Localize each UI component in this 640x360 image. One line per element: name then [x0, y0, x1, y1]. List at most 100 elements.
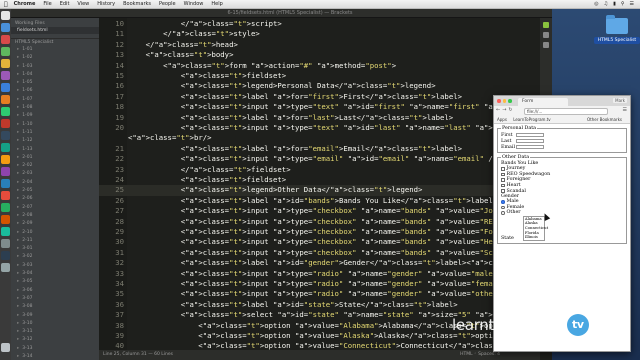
folder-item[interactable]: ▸ 2-01	[11, 154, 99, 162]
expand-triangle-icon[interactable]: ▸	[17, 221, 19, 226]
expand-triangle-icon[interactable]: ▸	[17, 72, 19, 77]
app-icon[interactable]	[1, 143, 10, 152]
menu-chrome[interactable]: Chrome	[14, 1, 36, 7]
checkbox[interactable]	[501, 172, 505, 177]
code-line[interactable]: 16 <"a">class="t">legend>Personal Data</…	[99, 81, 540, 91]
close-icon[interactable]	[497, 99, 501, 103]
app-icon[interactable]	[1, 263, 10, 272]
code-line[interactable]: <"a">class="t">br/>	[99, 133, 540, 143]
app-icon[interactable]	[1, 215, 10, 224]
folder-item[interactable]: ▸ 3-10	[11, 320, 99, 328]
expand-triangle-icon[interactable]: ▸	[17, 230, 19, 235]
code-line[interactable]: 25 <"a">class="t">legend>Other Data</"a"…	[99, 185, 540, 196]
app-icon[interactable]	[1, 167, 10, 176]
app-icon[interactable]	[1, 227, 10, 236]
menu-bookmarks[interactable]: Bookmarks	[123, 1, 151, 7]
code-line[interactable]: 13 <"a">class="t">body>	[99, 50, 540, 60]
expand-triangle-icon[interactable]: ▸	[17, 130, 19, 135]
expand-triangle-icon[interactable]: ▸	[17, 180, 19, 185]
folder-item[interactable]: ▸ 1-11	[11, 129, 99, 137]
expand-triangle-icon[interactable]: ▸	[17, 346, 19, 351]
app-icon[interactable]	[1, 71, 10, 80]
code-line[interactable]: 20 <"a">class="t">input "a">type="text" …	[99, 123, 540, 133]
code-line[interactable]: 15 <"a">class="t">fieldset>	[99, 71, 540, 81]
expand-triangle-icon[interactable]: ▸	[17, 304, 19, 309]
expand-triangle-icon[interactable]: ▸	[17, 254, 19, 259]
code-line[interactable]: 30 <"a">class="t">input "a">type="checkb…	[99, 237, 540, 247]
folder-item[interactable]: ▸ 1-12	[11, 137, 99, 145]
folder-item[interactable]: ▸ 2-05	[11, 187, 99, 195]
expand-triangle-icon[interactable]: ▸	[17, 64, 19, 69]
code-line[interactable]: 26 <"a">class="t">label "a">id="bands">B…	[99, 196, 540, 206]
code-line[interactable]: 21 <"a">class="t">label "a">for="email">…	[99, 144, 540, 154]
code-line[interactable]: 35 <"a">class="t">input "a">type="radio"…	[99, 289, 540, 299]
folder-item[interactable]: ▸ 1-10	[11, 121, 99, 129]
working-file-item[interactable]: fieldsets.html	[11, 27, 99, 34]
app-icon[interactable]	[1, 83, 10, 92]
app-icon[interactable]	[1, 23, 10, 32]
expand-triangle-icon[interactable]: ▸	[17, 238, 19, 243]
finder-icon[interactable]	[1, 11, 10, 20]
project-title[interactable]: HTML5 Specialist	[11, 38, 99, 46]
app-icon[interactable]	[1, 35, 10, 44]
expand-triangle-icon[interactable]: ▸	[17, 138, 19, 143]
expand-triangle-icon[interactable]: ▸	[17, 188, 19, 193]
expand-triangle-icon[interactable]: ▸	[17, 213, 19, 218]
code-line[interactable]: 19 <"a">class="t">label "a">for="last">L…	[99, 113, 540, 123]
expand-triangle-icon[interactable]: ▸	[17, 155, 19, 160]
list-icon[interactable]: ☰	[630, 1, 634, 7]
expand-triangle-icon[interactable]: ▸	[17, 105, 19, 110]
folder-item[interactable]: ▸ 2-08	[11, 212, 99, 220]
expand-triangle-icon[interactable]: ▸	[17, 288, 19, 293]
expand-triangle-icon[interactable]: ▸	[17, 196, 19, 201]
battery-icon[interactable]: ▮	[613, 1, 616, 7]
expand-triangle-icon[interactable]: ▸	[17, 263, 19, 268]
volume-icon[interactable]: ♫	[604, 1, 608, 7]
radio-button-checked[interactable]	[501, 200, 505, 204]
folder-item[interactable]: ▸ 3-12	[11, 336, 99, 344]
code-line[interactable]: 36 <"a">class="t">label "a">id="state">S…	[99, 300, 540, 310]
folder-item[interactable]: ▸ 2-11	[11, 237, 99, 245]
menu-history[interactable]: History	[97, 1, 115, 7]
live-preview-icon[interactable]	[543, 22, 549, 28]
folder-item[interactable]: ▸ 2-04	[11, 179, 99, 187]
checkbox[interactable]	[501, 189, 505, 193]
folder-item[interactable]: ▸ 2-06	[11, 195, 99, 203]
code-line[interactable]: 17 <"a">class="t">label "a">for="first">…	[99, 92, 540, 102]
code-line[interactable]: 27 <"a">class="t">input "a">type="checkb…	[99, 206, 540, 216]
code-line[interactable]: 34 <"a">class="t">input "a">type="radio"…	[99, 279, 540, 289]
expand-triangle-icon[interactable]: ▸	[17, 279, 19, 284]
minimize-icon[interactable]	[502, 99, 506, 103]
code-line[interactable]: 18 <"a">class="t">input "a">type="text" …	[99, 102, 540, 112]
expand-triangle-icon[interactable]: ▸	[17, 122, 19, 127]
folder-item[interactable]: ▸ 3-05	[11, 278, 99, 286]
app-icon[interactable]	[1, 239, 10, 248]
folder-item[interactable]: ▸ 1-08	[11, 104, 99, 112]
folder-label[interactable]: HTML5 Specialist	[594, 37, 640, 44]
folder-item[interactable]: ▸ 3-04	[11, 270, 99, 278]
folder-item[interactable]: ▸ 1-13	[11, 146, 99, 154]
app-icon[interactable]	[1, 131, 10, 140]
expand-triangle-icon[interactable]: ▸	[17, 321, 19, 326]
expand-triangle-icon[interactable]: ▸	[17, 163, 19, 168]
folder-item[interactable]: ▸ 3-09	[11, 312, 99, 320]
folder-item[interactable]: ▸ 1-05	[11, 79, 99, 87]
folder-item[interactable]: ▸ 3-08	[11, 303, 99, 311]
folder-item[interactable]: ▸ 1-06	[11, 87, 99, 95]
code-line[interactable]: 33 <"a">class="t">input "a">type="radio"…	[99, 269, 540, 279]
expand-triangle-icon[interactable]: ▸	[17, 55, 19, 60]
expand-triangle-icon[interactable]: ▸	[17, 313, 19, 318]
code-line[interactable]: 32 <"a">class="t">label "a">id="gender">…	[99, 258, 540, 268]
search-icon[interactable]: ⚲	[621, 1, 625, 7]
folder-item[interactable]: ▸ 1-01	[11, 46, 99, 54]
profile-button[interactable]: Mark	[613, 98, 627, 103]
trash-icon[interactable]	[1, 343, 10, 352]
expand-triangle-icon[interactable]: ▸	[17, 246, 19, 251]
state-option[interactable]: Illinois	[524, 235, 544, 240]
menu-file[interactable]: File	[43, 1, 51, 7]
code-line[interactable]: 22 <"a">class="t">input "a">type="email"…	[99, 154, 540, 164]
code-line[interactable]: 29 <"a">class="t">input "a">type="checkb…	[99, 227, 540, 237]
app-icon[interactable]	[1, 179, 10, 188]
folder-item[interactable]: ▸ 1-04	[11, 71, 99, 79]
browser-tab[interactable]: Form	[518, 98, 568, 106]
